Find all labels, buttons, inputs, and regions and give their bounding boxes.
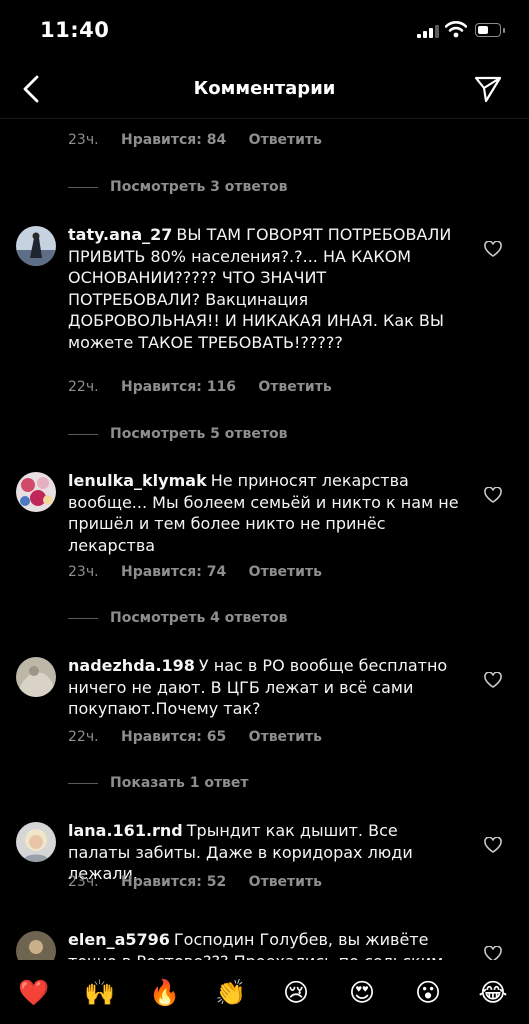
likes-count[interactable]: Нравится: 84 [121, 132, 226, 148]
likes-count[interactable]: Нравится: 52 [121, 874, 226, 890]
avatar[interactable] [16, 931, 56, 960]
likes-count[interactable]: Нравится: 74 [121, 564, 226, 580]
replies-divider [68, 433, 98, 435]
cellular-signal-icon [417, 25, 439, 38]
comment-meta: 23ч. Нравится: 52 Ответить [68, 874, 340, 890]
avatar[interactable] [16, 472, 56, 512]
reply-button[interactable]: Ответить [249, 729, 322, 745]
comment-text: lenulka_klymak Не приносят лекарства вооб… [68, 470, 460, 556]
comment-username[interactable]: nadezhda.198 [68, 656, 195, 675]
emoji-raising-hands[interactable]: 🙌 [83, 978, 117, 1008]
status-time: 11:40 [40, 18, 110, 42]
comment-meta: 22ч. Нравится: 116 Ответить [68, 379, 350, 395]
replies-divider [68, 782, 98, 784]
emoji-heart[interactable]: ❤️ [17, 978, 51, 1008]
status-bar: 11:40 [0, 0, 529, 62]
likes-count[interactable]: Нравится: 65 [121, 729, 226, 745]
view-replies-button[interactable]: Посмотреть 4 ответов [68, 610, 287, 626]
like-heart-icon[interactable] [484, 946, 502, 960]
like-heart-icon[interactable] [484, 837, 502, 853]
avatar[interactable] [16, 657, 56, 697]
comment-text: nadezhda.198 У нас в РО вообще бесплатно … [68, 655, 460, 720]
view-replies-button[interactable]: Посмотреть 5 ответов [68, 426, 287, 442]
comment-age: 22ч. [68, 729, 99, 745]
avatar[interactable] [16, 226, 56, 266]
comment-age: 23ч. [68, 564, 99, 580]
reply-button[interactable]: Ответить [249, 564, 322, 580]
emoji-surprised[interactable]: 😮 [411, 978, 445, 1008]
reply-button[interactable]: Ответить [249, 132, 322, 148]
likes-count[interactable]: Нравится: 116 [121, 379, 236, 395]
comments-list[interactable]: 23ч. Нравится: 84 Ответить Посмотреть 3 … [0, 118, 529, 960]
send-direct-icon[interactable] [473, 74, 503, 104]
view-replies-button[interactable]: Показать 1 ответ [68, 775, 249, 791]
navigation-header: Комментарии [0, 62, 529, 119]
avatar[interactable] [16, 822, 56, 862]
comment-age: 23ч. [68, 874, 99, 890]
comment-age: 23ч. [68, 132, 99, 148]
emoji-laughing[interactable]: 😂 [476, 978, 510, 1008]
comment-text: taty.ana_27 ВЫ ТАМ ГОВОРЯТ ПОТРЕБОВАЛИ ПР… [68, 224, 460, 353]
like-heart-icon[interactable] [484, 241, 502, 257]
emoji-crying[interactable]: 😢 [279, 978, 313, 1008]
emoji-fire[interactable]: 🔥 [148, 978, 182, 1008]
view-replies-button[interactable]: Посмотреть 3 ответов [68, 179, 287, 195]
comment-meta: 23ч. Нравится: 84 Ответить [68, 132, 340, 148]
battery-icon [475, 23, 505, 37]
page-title: Комментарии [193, 78, 336, 99]
comment-username[interactable]: elen_a5796 [68, 930, 170, 949]
reply-button[interactable]: Ответить [249, 874, 322, 890]
comment-username[interactable]: lana.161.rnd [68, 821, 183, 840]
wifi-icon [445, 21, 467, 38]
emoji-clapping[interactable]: 👏 [214, 978, 248, 1008]
like-heart-icon[interactable] [484, 487, 502, 503]
comment-meta: 22ч. Нравится: 65 Ответить [68, 729, 340, 745]
reply-button[interactable]: Ответить [258, 379, 331, 395]
emoji-heart-eyes[interactable]: 😍 [345, 978, 379, 1008]
comment-meta: 23ч. Нравится: 74 Ответить [68, 564, 340, 580]
replies-divider [68, 617, 98, 619]
comment-age: 22ч. [68, 379, 99, 395]
emoji-reaction-bar: ❤️ 🙌 🔥 👏 😢 😍 😮 😂 [0, 960, 529, 1024]
comment-username[interactable]: lenulka_klymak [68, 471, 207, 490]
like-heart-icon[interactable] [484, 672, 502, 688]
comment-text: elen_a5796Господин Голубев, вы живёте то… [68, 929, 460, 960]
comment-username[interactable]: taty.ana_27 [68, 225, 172, 244]
replies-divider [68, 186, 98, 188]
